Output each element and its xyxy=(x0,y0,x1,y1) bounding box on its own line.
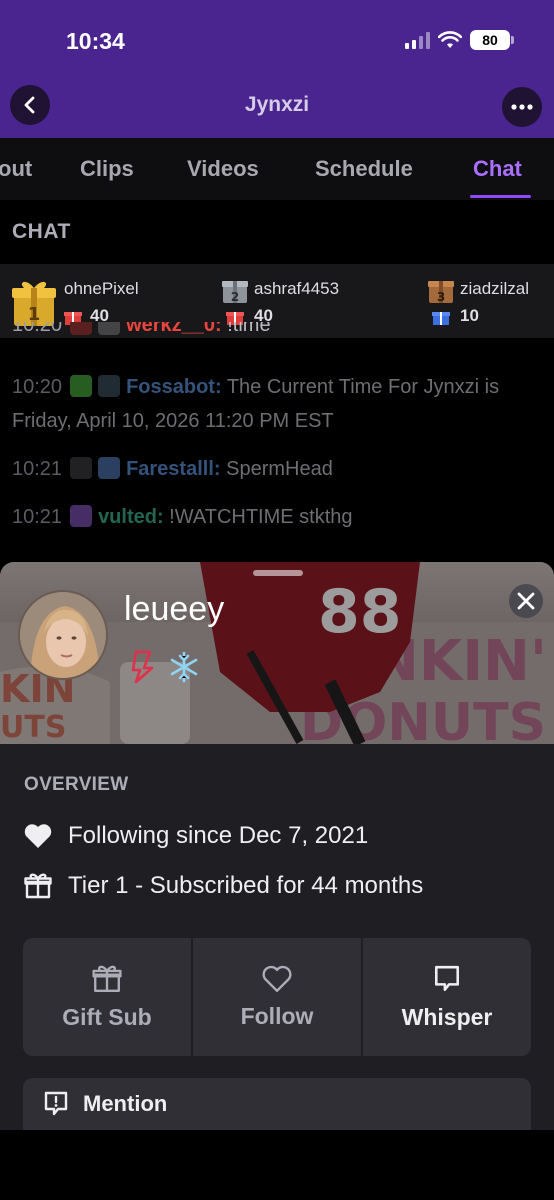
follow-button[interactable]: Follow xyxy=(191,938,361,1056)
gifter-name: ashraf4453 xyxy=(254,279,340,298)
whisper-label: Whisper xyxy=(401,1003,493,1030)
tab-about[interactable]: out xyxy=(0,156,32,182)
chat-section-label: CHAT xyxy=(12,220,71,243)
overview-label: OVERVIEW xyxy=(24,774,129,795)
gift-icon xyxy=(92,965,122,992)
active-tab-indicator xyxy=(470,195,531,198)
channel-title: Jynxzi xyxy=(244,93,310,116)
chat-bubble-icon xyxy=(435,965,459,991)
bronze-gift-icon: 3 xyxy=(428,281,454,304)
heart-icon xyxy=(24,824,52,848)
follow-label: Follow xyxy=(240,1002,314,1029)
mention-button[interactable]: Mention xyxy=(23,1078,531,1130)
whisper-button[interactable]: Whisper xyxy=(361,938,531,1056)
svg-text:3: 3 xyxy=(437,290,445,304)
tab-clips[interactable]: Clips xyxy=(80,156,134,182)
bottom-area xyxy=(0,1130,554,1200)
message-text: !time xyxy=(221,322,271,336)
user-card-sheet xyxy=(0,744,554,1130)
status-icons: 80 xyxy=(405,30,514,50)
user-actions: Gift Sub Follow Whisper xyxy=(23,938,531,1056)
chat-username[interactable]: werkz__0: xyxy=(126,322,222,336)
sheet-grabber[interactable] xyxy=(253,570,303,576)
wifi-icon xyxy=(438,31,462,48)
following-info: Following since Dec 7, 2021 xyxy=(24,822,368,850)
tab-chat[interactable]: Chat xyxy=(473,156,522,182)
subscription-text: Tier 1 - Subscribed for 44 months xyxy=(68,872,424,899)
following-text: Following since Dec 7, 2021 xyxy=(68,822,369,849)
more-options-button[interactable] xyxy=(502,87,542,127)
gift-sub-label: Gift Sub xyxy=(62,1003,152,1030)
team-badge-icon xyxy=(70,322,93,335)
silver-gift-icon: 2 xyxy=(222,281,248,304)
avatar xyxy=(18,590,108,680)
gold-gift-icon: 1 xyxy=(12,281,56,326)
close-button[interactable] xyxy=(509,584,543,618)
close-icon xyxy=(517,592,535,610)
gifter-name: ohnePixel xyxy=(64,279,139,298)
signal-icon xyxy=(405,31,430,49)
tab-schedule[interactable]: Schedule xyxy=(315,156,413,182)
channel-header: 10:34 80 Jynxzi xyxy=(0,0,554,138)
mention-icon xyxy=(44,1091,68,1116)
message-time: 10:20 xyxy=(12,322,63,336)
heart-outline-icon xyxy=(262,965,292,992)
snowflake-icon xyxy=(170,651,198,683)
gift-sub-button[interactable]: Gift Sub xyxy=(23,938,191,1056)
channel-tabs: out Clips Videos Schedule Chat xyxy=(0,138,554,200)
modal-backdrop[interactable] xyxy=(0,338,554,562)
gift-icon xyxy=(24,873,52,899)
subscription-info: Tier 1 - Subscribed for 44 months xyxy=(24,872,423,900)
gifter-name: ziadzilzal xyxy=(460,279,529,298)
ellipsis-icon xyxy=(511,104,533,110)
mention-label: Mention xyxy=(83,1091,168,1116)
tab-videos[interactable]: Videos xyxy=(187,156,259,182)
user-badges xyxy=(130,650,200,684)
svg-text:2: 2 xyxy=(231,290,239,304)
muted-badge-icon xyxy=(98,322,121,335)
battery-indicator: 80 xyxy=(470,30,514,50)
channel-badge-icon xyxy=(131,650,154,684)
profile-username: leueey xyxy=(124,590,225,628)
status-time: 10:34 xyxy=(66,28,125,54)
